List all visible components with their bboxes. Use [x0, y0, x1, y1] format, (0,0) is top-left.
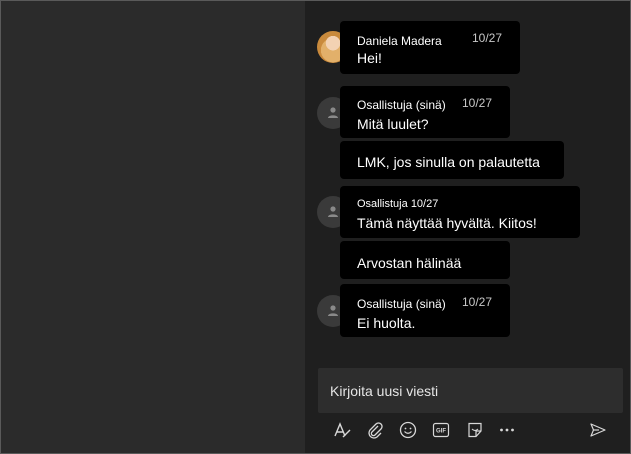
message-time: 10/27: [462, 96, 493, 110]
message-time: 10/27: [462, 295, 493, 309]
gif-label: GIF: [436, 429, 446, 435]
person-icon: [328, 305, 338, 316]
message-text: Hei!: [357, 50, 382, 66]
gif-icon[interactable]: GIF: [431, 420, 451, 440]
message-sender: Osallistuja (sinä): [357, 297, 446, 311]
compose-box: [318, 368, 623, 413]
message-sender: Osallistuja 10/27: [357, 198, 438, 210]
format-icon[interactable]: [332, 420, 352, 440]
message-text: LMK, jos sinulla on palautetta: [357, 154, 540, 170]
message-time: 10/27: [472, 31, 503, 45]
left-pane: [1, 1, 305, 453]
message-sender-name: Osallistuja: [357, 198, 408, 210]
message-text: Mitä luulet?: [357, 116, 429, 132]
message-input[interactable]: [330, 380, 610, 402]
more-icon[interactable]: [497, 420, 517, 440]
person-icon: [328, 107, 338, 118]
person-icon: [328, 206, 338, 217]
message-text: Tämä näyttää hyvältä. Kiitos!: [357, 215, 537, 231]
emoji-icon[interactable]: [398, 420, 418, 440]
message-sender: Daniela Madera: [357, 34, 442, 48]
message-time: 10/27: [410, 198, 439, 210]
message-sender: Osallistuja (sinä): [357, 98, 446, 112]
send-icon[interactable]: [588, 420, 608, 440]
message-text: Arvostan hälinää: [357, 255, 462, 271]
attach-icon[interactable]: [365, 420, 385, 440]
sticker-icon[interactable]: [465, 420, 485, 440]
message-text: Ei huolta.: [357, 315, 416, 331]
